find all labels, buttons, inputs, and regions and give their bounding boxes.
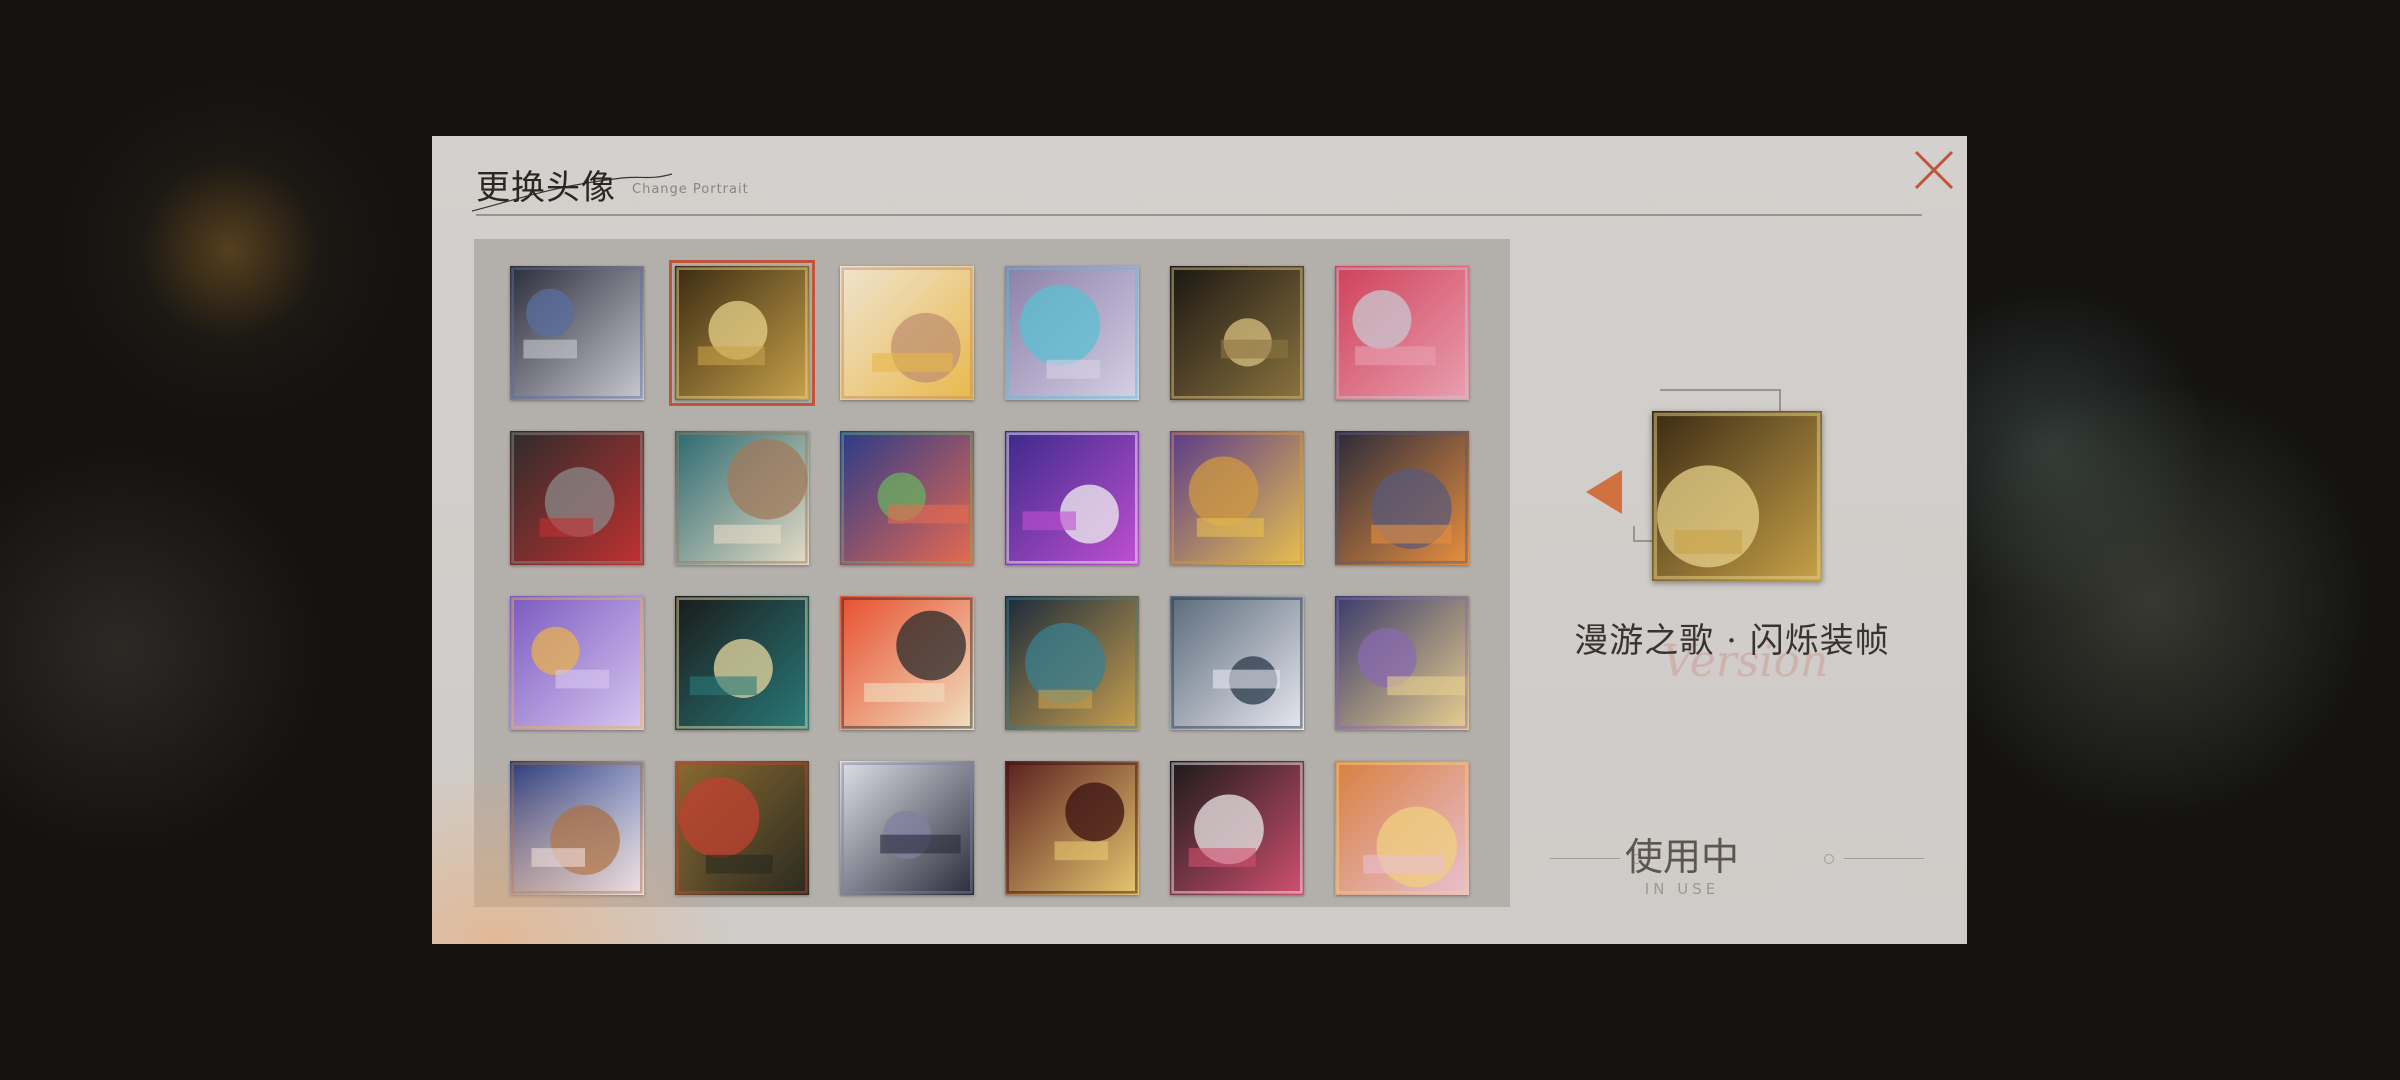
avatar-number-one[interactable] xyxy=(1170,266,1304,400)
avatar-fox-mask[interactable] xyxy=(1005,761,1139,895)
status-label: 使用中 xyxy=(1624,835,1739,879)
avatar-black-cat[interactable] xyxy=(675,596,809,730)
title-divider-right xyxy=(1782,214,1922,216)
avatar-stained-glass[interactable] xyxy=(1335,761,1469,895)
status-dot-right xyxy=(1824,854,1834,864)
portrait-name: 漫游之歌 · 闪烁装帧 xyxy=(1574,621,1890,661)
avatar-red-neon-road[interactable] xyxy=(510,431,644,565)
avatar-masked-figure[interactable] xyxy=(1335,596,1469,730)
status-divider-right xyxy=(1844,858,1924,859)
avatar-grid xyxy=(474,239,1510,907)
avatar-golden-theater[interactable] xyxy=(669,260,815,406)
avatar-clock-tower[interactable] xyxy=(1170,431,1304,565)
avatar-broken-cage[interactable] xyxy=(1170,596,1304,730)
status-sublabel: IN USE xyxy=(1644,880,1720,898)
avatar-moon-phases[interactable] xyxy=(1335,431,1469,565)
avatar-star-mask[interactable] xyxy=(510,761,644,895)
change-portrait-dialog: 更换头像 Change Portrait Version 漫游之歌 · 闪烁装帧… xyxy=(432,136,1967,944)
arrow-left-icon xyxy=(1586,470,1622,514)
avatar-sunflower-stairs[interactable] xyxy=(840,266,974,400)
dialog-subtitle: Change Portrait xyxy=(632,182,749,197)
avatar-floating-cards[interactable] xyxy=(1005,266,1139,400)
title-divider xyxy=(476,214,1796,216)
close-button[interactable] xyxy=(1910,146,1958,194)
avatar-purple-swirl[interactable] xyxy=(510,596,644,730)
previous-frame-button[interactable] xyxy=(1584,468,1624,516)
avatar-koi-fish[interactable] xyxy=(840,596,974,730)
dialog-title: 更换头像 xyxy=(476,168,616,208)
avatar-plague-doctor[interactable] xyxy=(1005,596,1139,730)
avatar-record-player[interactable] xyxy=(840,761,974,895)
selected-avatar-preview xyxy=(1652,411,1822,581)
avatar-top-hat-girl[interactable] xyxy=(510,266,644,400)
close-icon xyxy=(1914,150,1954,190)
avatar-tea-party[interactable] xyxy=(1170,761,1304,895)
avatar-musician-girl[interactable] xyxy=(675,431,809,565)
avatar-infinity-knot[interactable] xyxy=(675,761,809,895)
avatar-disco-ball[interactable] xyxy=(1335,266,1469,400)
avatar-2024-ribbons[interactable] xyxy=(1005,431,1139,565)
avatar-colorful-town[interactable] xyxy=(840,431,974,565)
